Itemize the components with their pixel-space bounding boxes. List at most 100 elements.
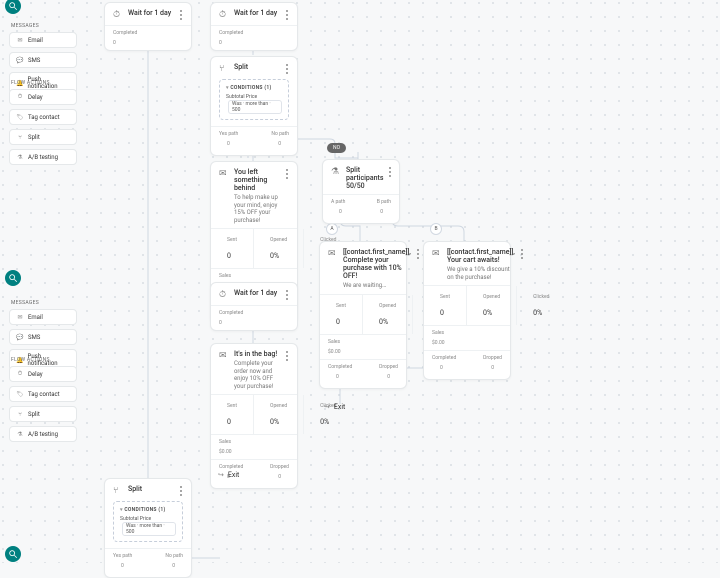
clock-icon: ⏱: [219, 290, 229, 300]
ab-split-card[interactable]: ⚗ Split participants 50/50 A path0 B pat…: [322, 159, 400, 224]
email-card[interactable]: ✉ [[contact.first_name]], Your cart awai…: [423, 241, 511, 380]
more-icon[interactable]: [388, 166, 392, 178]
card-title: Wait for 1 day: [234, 9, 280, 17]
exit-action[interactable]: ↪ Exit: [324, 403, 345, 411]
section-header: FLOW ACTIONS: [11, 357, 77, 363]
envelope-icon: ✉: [432, 249, 442, 259]
delay-card[interactable]: ⏱ Wait for 1 day Completed 0: [210, 2, 298, 51]
pill-label: Email: [28, 314, 43, 321]
card-title: Split: [234, 63, 280, 71]
email-subject: It's in the bag!: [234, 350, 280, 358]
block-tag[interactable]: 🏷 Tag contact: [9, 109, 77, 125]
email-card[interactable]: ✉ [[contact.first_name]], Complete your …: [319, 241, 407, 389]
envelope-icon: ✉: [219, 351, 229, 361]
exit-icon: ↪: [218, 471, 224, 479]
email-card[interactable]: ✉ It's in the bag! Complete your order n…: [210, 343, 298, 489]
condition-box[interactable]: ▾ CONDITIONS (1) Subtotal PriceWas · mor…: [219, 79, 289, 120]
completed-label: Completed: [113, 30, 137, 36]
email-preview: Complete your order now and enjoy 10% OF…: [234, 360, 280, 390]
envelope-icon: ✉: [16, 313, 24, 321]
pill-label: A/B testing: [28, 431, 58, 438]
block-ab[interactable]: ⚗ A/B testing: [9, 149, 77, 165]
block-delay[interactable]: ⏱ Delay: [9, 366, 77, 382]
email-preview: We give a 10% discount on the purchase!: [447, 266, 515, 281]
no-badge: NO: [327, 143, 346, 153]
envelope-icon: ✉: [328, 249, 338, 259]
split-icon: ⑂: [113, 486, 123, 496]
email-subject: [[contact.first_name]], Your cart awaits…: [447, 248, 515, 264]
block-email[interactable]: ✉ Email: [9, 32, 77, 48]
ab-icon: ⚗: [16, 430, 24, 438]
ab-icon: ⚗: [16, 153, 24, 161]
split-icon: ⑂: [16, 133, 24, 141]
clock-icon: ⏱: [113, 10, 123, 20]
pill-label: A/B testing: [28, 154, 58, 161]
card-title: Wait for 1 day: [234, 289, 280, 297]
completed-label: Completed: [219, 30, 243, 36]
section-header: MESSAGES: [11, 23, 77, 29]
split-card[interactable]: ⑂ Split ▾ CONDITIONS (1) Subtotal PriceW…: [210, 56, 298, 156]
no-path-label: No path: [271, 131, 289, 137]
block-split[interactable]: ⑂ Split: [9, 406, 77, 422]
flowactions-section: FLOW ACTIONS ⏱Delay 🏷Tag contact ⑂Split …: [9, 357, 77, 446]
flowactions-section: FLOW ACTIONS ⏱Delay 🏷Tag contact ⑂Split …: [9, 80, 77, 169]
delay-card[interactable]: ⏱ Wait for 1 day Completed 0: [210, 282, 298, 331]
envelope-icon: ✉: [219, 169, 229, 179]
block-sms[interactable]: 💬 SMS: [9, 329, 77, 345]
completed-value: 0: [113, 40, 116, 46]
split-icon: ⑂: [219, 64, 229, 74]
more-icon[interactable]: [179, 9, 183, 21]
clock-icon: ⏱: [16, 93, 24, 101]
pill-label: Tag contact: [28, 114, 60, 121]
block-delay[interactable]: ⏱ Delay: [9, 89, 77, 105]
zoom-button[interactable]: [5, 546, 21, 562]
more-icon[interactable]: [285, 168, 289, 180]
pill-label: SMS: [28, 57, 40, 64]
more-icon[interactable]: [285, 289, 289, 301]
completed-value: 0: [219, 40, 222, 46]
pill-label: Split: [28, 411, 40, 418]
more-icon[interactable]: [285, 63, 289, 75]
block-ab[interactable]: ⚗ A/B testing: [9, 426, 77, 442]
block-tag[interactable]: 🏷 Tag contact: [9, 386, 77, 402]
chat-icon: 💬: [16, 333, 24, 341]
more-icon[interactable]: [416, 248, 420, 260]
tag-icon: 🏷: [16, 390, 24, 398]
block-email[interactable]: ✉ Email: [9, 309, 77, 325]
email-subject: You left something behind: [234, 168, 280, 192]
yes-path-label: Yes path: [219, 131, 238, 137]
clock-icon: ⏱: [219, 10, 229, 20]
delay-card[interactable]: ⏱ Wait for 1 day Completed 0: [104, 2, 192, 51]
more-icon[interactable]: [179, 485, 183, 497]
more-icon[interactable]: [285, 9, 289, 21]
condition-box[interactable]: ▾ CONDITIONS (1) Subtotal PriceWas · mor…: [113, 501, 183, 542]
b-badge: B: [430, 223, 442, 235]
email-subject: [[contact.first_name]], Complete your pu…: [343, 248, 411, 280]
pill-label: Email: [28, 37, 43, 44]
pill-label: SMS: [28, 334, 40, 341]
email-preview: To help make up your mind, enjoy 15% OFF…: [234, 194, 280, 224]
ab-icon: ⚗: [331, 167, 341, 177]
card-title: Split: [128, 485, 174, 493]
block-sms[interactable]: 💬 SMS: [9, 52, 77, 68]
pill-label: Tag contact: [28, 391, 60, 398]
pill-label: Delay: [28, 94, 43, 101]
more-icon[interactable]: [520, 248, 524, 260]
zoom-button[interactable]: [5, 270, 21, 286]
tag-icon: 🏷: [16, 113, 24, 121]
clock-icon: ⏱: [16, 370, 24, 378]
split-icon: ⑂: [16, 410, 24, 418]
card-title: Split participants 50/50: [346, 166, 383, 190]
section-header: MESSAGES: [11, 300, 77, 306]
pill-label: Split: [28, 134, 40, 141]
pill-label: Delay: [28, 371, 43, 378]
split-card[interactable]: ⑂ Split ▾ CONDITIONS (1) Subtotal PriceW…: [104, 478, 192, 578]
exit-icon: ↪: [324, 403, 330, 411]
envelope-icon: ✉: [16, 36, 24, 44]
block-split[interactable]: ⑂ Split: [9, 129, 77, 145]
section-header: FLOW ACTIONS: [11, 80, 77, 86]
chat-icon: 💬: [16, 56, 24, 64]
more-icon[interactable]: [285, 350, 289, 362]
exit-action[interactable]: ↪ Exit: [218, 471, 239, 479]
email-preview: We are waiting…: [343, 282, 411, 290]
